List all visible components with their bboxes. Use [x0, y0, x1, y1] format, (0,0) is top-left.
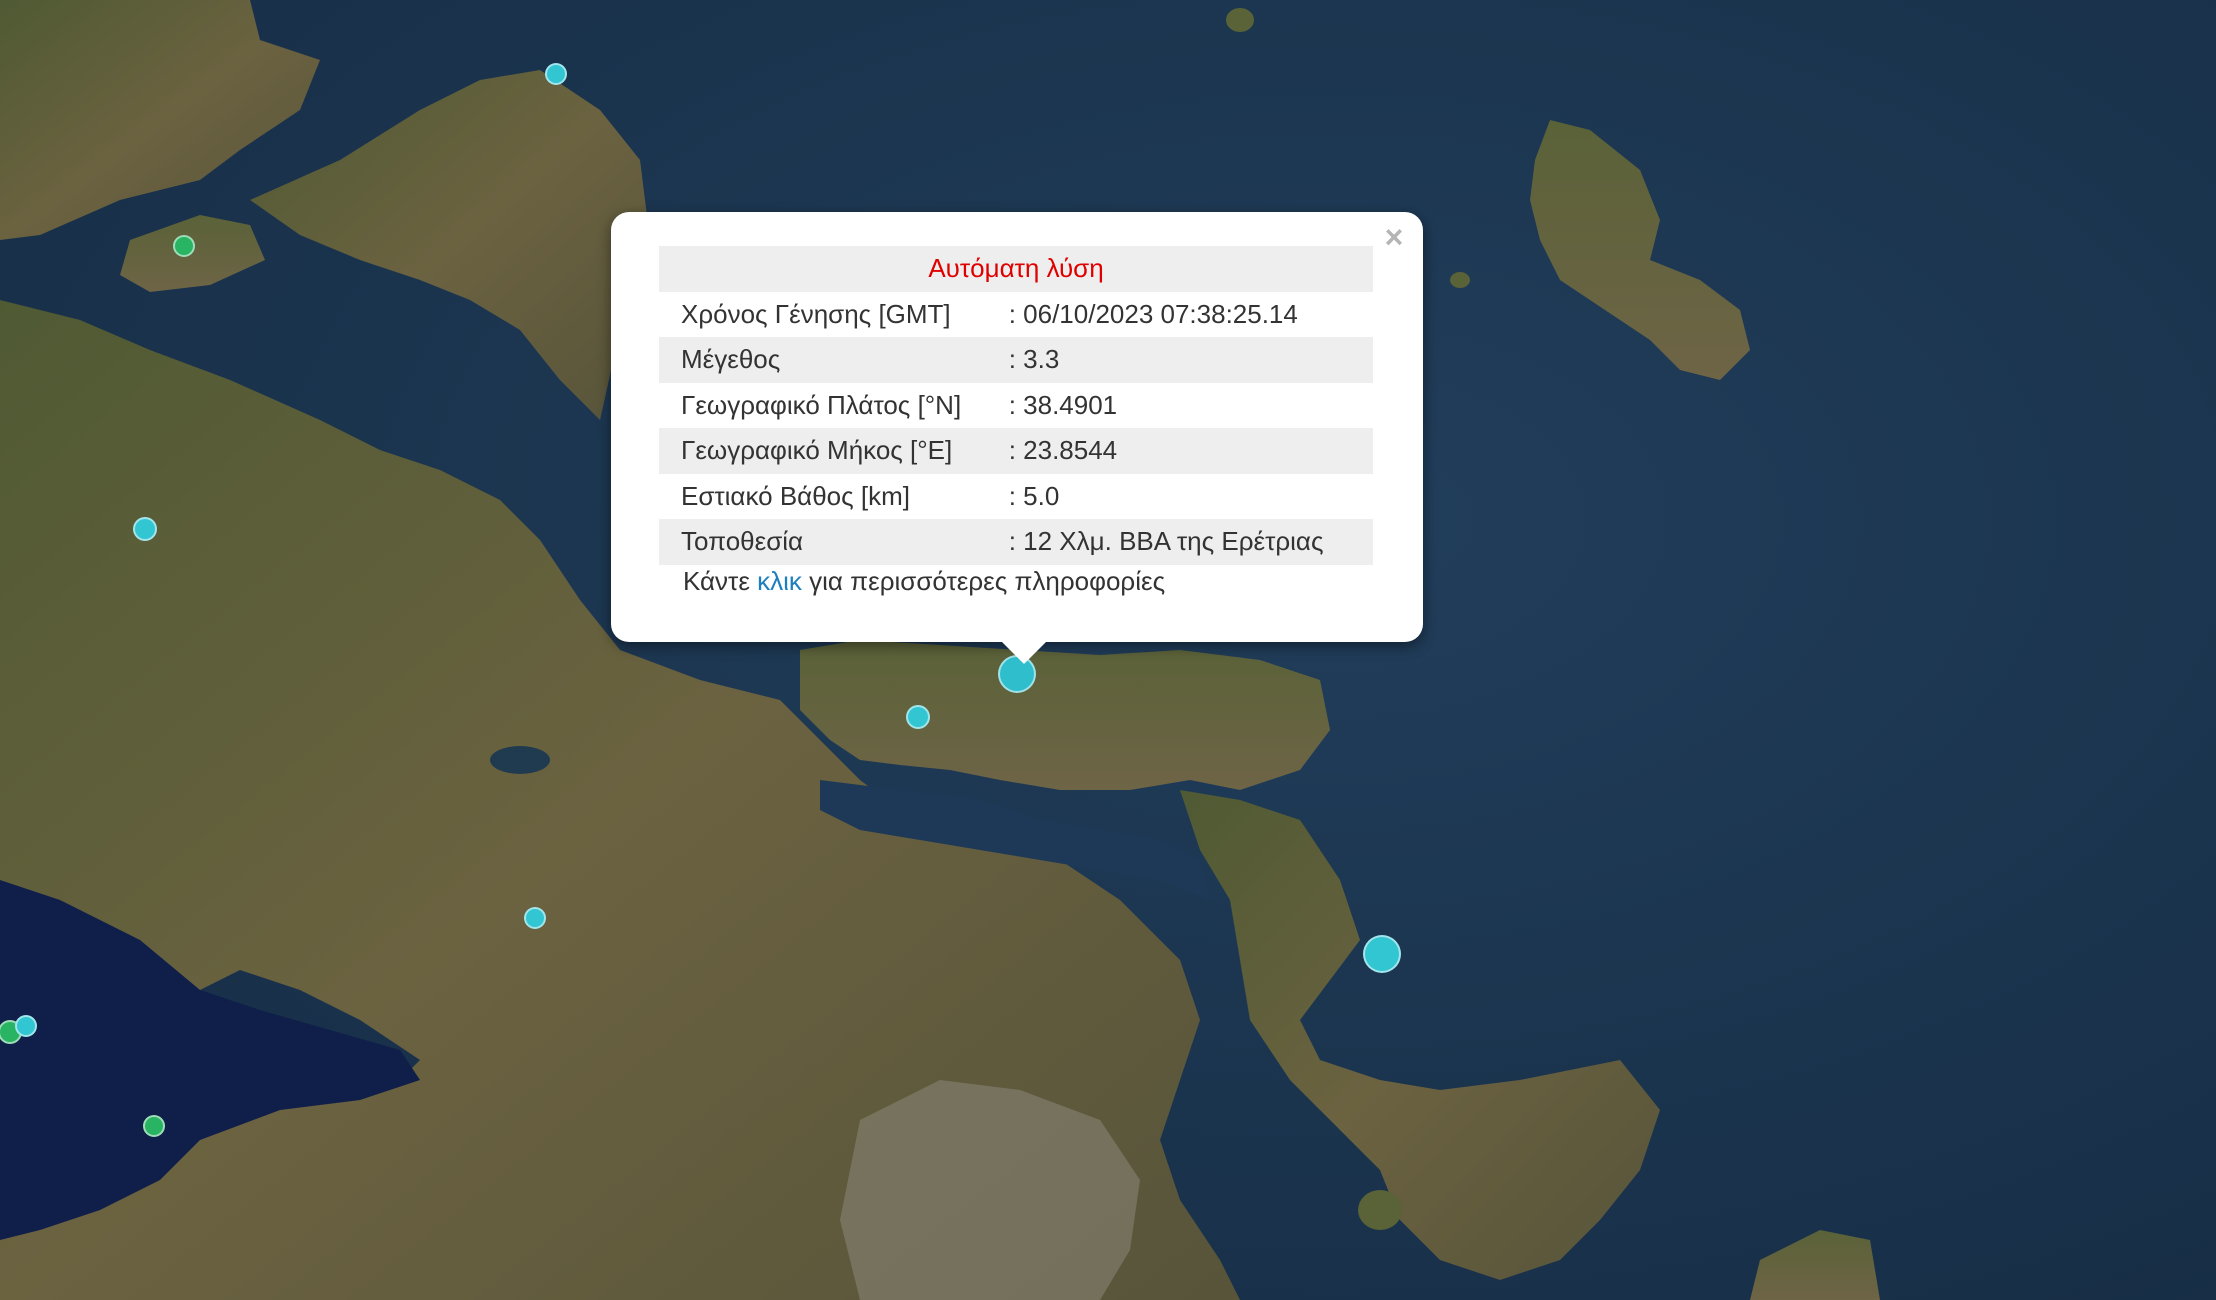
origin-time-label: Χρόνος Γένησης [GMT] [681, 298, 951, 329]
earthquake-info-popup: × Αυτόματη λύση Χρόνος Γένησης [GMT] : 0… [611, 212, 1423, 664]
more-info-link[interactable]: κλικ [757, 566, 802, 596]
earthquake-marker[interactable] [906, 705, 930, 729]
location-value: : 12 Χλμ. ΒΒΑ της Ερέτριας [1008, 519, 1373, 565]
latitude-label: Γεωγραφικό Πλάτος [°N] [681, 389, 962, 420]
more-info-prefix: Κάντε [683, 566, 758, 596]
earthquake-marker[interactable] [15, 1015, 37, 1037]
islet-2 [1450, 272, 1470, 288]
more-info-suffix: για περισσότερες πληροφορίες [801, 566, 1166, 596]
earthquake-marker[interactable] [133, 517, 157, 541]
map-view[interactable]: × Αυτόματη λύση Χρόνος Γένησης [GMT] : 0… [0, 0, 2216, 1300]
depth-value: : 5.0 [1008, 480, 1060, 511]
earthquake-marker[interactable] [545, 63, 567, 85]
islet-3 [1358, 1190, 1402, 1230]
earthquake-marker[interactable] [524, 907, 546, 929]
lake [490, 746, 550, 774]
popup-tip [1000, 640, 1048, 664]
more-info-line: Κάντε κλικ για περισσότερες πληροφορίες [683, 566, 1165, 597]
location-label: Τοποθεσία [659, 519, 1009, 565]
earthquake-details-table: Αυτόματη λύση Χρόνος Γένησης [GMT] : 06/… [659, 246, 1373, 565]
earthquake-marker[interactable] [1363, 935, 1401, 973]
solution-type-heading: Αυτόματη λύση [659, 246, 1373, 292]
depth-label: Εστιακό Βάθος [km] [681, 480, 910, 511]
magnitude-value: : 3.3 [1008, 337, 1373, 383]
latitude-value: : 38.4901 [1008, 389, 1118, 420]
satellite-basemap [0, 0, 2216, 1300]
islet-1 [1226, 8, 1254, 32]
longitude-value: : 23.8544 [1008, 428, 1373, 474]
close-icon[interactable]: × [1379, 221, 1409, 253]
magnitude-label: Μέγεθος [659, 337, 1009, 383]
origin-time-value: : 06/10/2023 07:38:25.14 [1008, 298, 1298, 329]
longitude-label: Γεωγραφικό Μήκος [°E] [659, 428, 1009, 474]
earthquake-marker[interactable] [143, 1115, 165, 1137]
earthquake-marker[interactable] [173, 235, 195, 257]
